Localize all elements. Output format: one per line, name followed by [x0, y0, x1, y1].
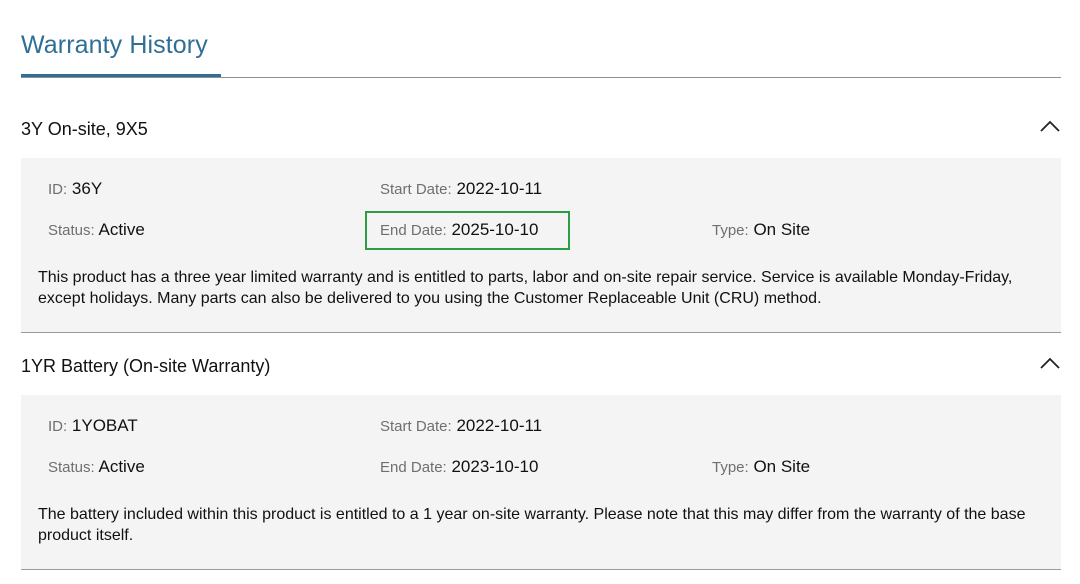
start-date-value: 2022-10-11 — [456, 416, 543, 435]
start-date-field: Start Date: 2022-10-11 — [380, 416, 543, 435]
warranty-title: 1YR Battery (On-site Warranty) — [21, 356, 271, 376]
type-value: On Site — [753, 457, 811, 476]
status-value: Active — [98, 220, 145, 239]
end-date-field: End Date: 2025-10-10 — [380, 220, 539, 239]
type-value: On Site — [753, 220, 811, 239]
status-value: Active — [98, 457, 145, 476]
id-label: ID — [48, 181, 63, 198]
status-label: Status — [48, 459, 91, 476]
warranty-history-page: Warranty History 3Y On-site, 9X5 ID: 36Y… — [0, 0, 1080, 584]
start-date-field: Start Date: 2022-10-11 — [380, 179, 543, 198]
end-date-label: End Date — [380, 222, 443, 239]
warranty-description: This product has a three year limited wa… — [38, 269, 1013, 307]
start-date-value: 2022-10-11 — [456, 179, 543, 198]
chevron-up-icon[interactable] — [1039, 116, 1061, 138]
start-date-label: Start Date — [380, 181, 448, 198]
status-field: Status: Active — [48, 457, 145, 476]
warranty-id-field: ID: 36Y — [48, 179, 103, 198]
warranty-description: The battery included within this product… — [38, 506, 1026, 544]
end-date-value: 2023-10-10 — [451, 457, 539, 476]
type-field: Type: On Site — [712, 457, 811, 476]
start-date-label: Start Date — [380, 418, 448, 435]
warranty-title: 3Y On-site, 9X5 — [21, 119, 148, 139]
type-label: Type — [712, 459, 745, 476]
page-title: Warranty History — [21, 31, 208, 59]
type-label: Type — [712, 222, 745, 239]
title-divider — [21, 77, 1061, 78]
status-label: Status — [48, 222, 91, 239]
warranty-section-header[interactable]: 3Y On-site, 9X5 — [21, 116, 1061, 146]
id-label: ID — [48, 418, 63, 435]
status-field: Status: Active — [48, 220, 145, 239]
end-date-label: End Date — [380, 459, 443, 476]
type-field: Type: On Site — [712, 220, 811, 239]
id-value: 36Y — [71, 179, 103, 198]
warranty-details-panel: ID: 1YOBAT Start Date: 2022-10-11 Status… — [21, 395, 1061, 570]
warranty-section-header[interactable]: 1YR Battery (On-site Warranty) — [21, 353, 1061, 383]
warranty-details-panel: ID: 36Y Start Date: 2022-10-11 Status: A… — [21, 158, 1061, 333]
warranty-id-field: ID: 1YOBAT — [48, 416, 138, 435]
end-date-field: End Date: 2023-10-10 — [380, 457, 539, 476]
chevron-up-icon[interactable] — [1039, 353, 1061, 375]
end-date-value: 2025-10-10 — [451, 220, 539, 239]
id-value: 1YOBAT — [71, 416, 138, 435]
